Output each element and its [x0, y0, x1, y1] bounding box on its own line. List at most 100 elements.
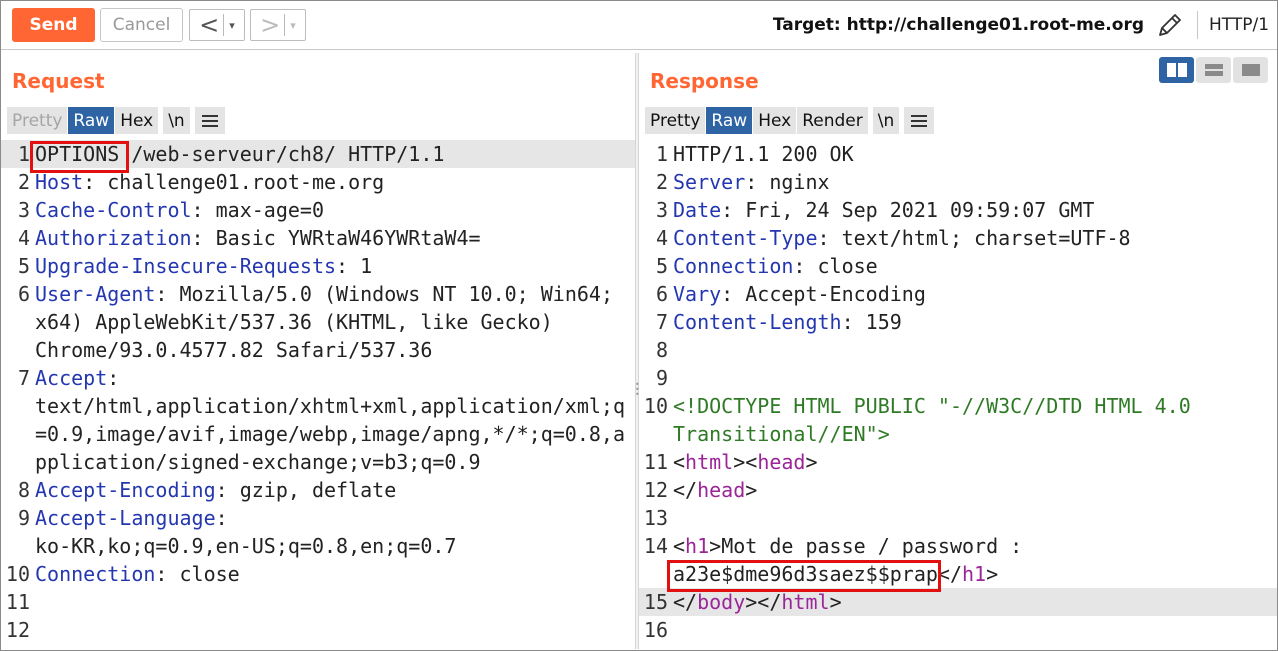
forward-arrow-icon: > [260, 11, 281, 39]
header-value: Chrome/93.0.4577.82 Safari/537.36 [35, 338, 433, 362]
line-number: 2 [17, 170, 30, 194]
line-number: 1 [655, 142, 668, 166]
header-key: Accept-Encoding [35, 478, 216, 502]
h1-line: <h1>Mot de passe / password : [673, 534, 1023, 558]
header-value: /web-serveur/ch8/ HTTP/1.1 [119, 142, 445, 166]
toolbar-separator [1197, 11, 1198, 39]
request-line: 7 Accept: [1, 364, 635, 392]
line-content: pplication/signed-exchange;v=b3;q=0.9 [35, 448, 635, 476]
line-number: 7 [17, 366, 30, 390]
header-key: Vary [673, 282, 722, 306]
protocol-button[interactable]: HTTP/1 [1209, 15, 1269, 35]
back-button[interactable]: < ▾ [189, 9, 245, 41]
header-key: Connection [35, 562, 156, 586]
request-line: 12 [1, 616, 635, 644]
line-content: Accept: [35, 364, 635, 392]
back-dropdown-icon[interactable]: ▾ [224, 19, 241, 32]
request-line: ko-KR,ko;q=0.9,en-US;q=0.8,en;q=0.7 [1, 532, 635, 560]
line-number: 8 [655, 338, 668, 362]
line-content: x64) AppleWebKit/537.36 (KHTML, like Gec… [35, 308, 635, 336]
line-content: ko-KR,ko;q=0.9,en-US;q=0.8,en;q=0.7 [35, 532, 635, 560]
line-number: 4 [17, 226, 30, 250]
line-content: Chrome/93.0.4577.82 Safari/537.36 [35, 336, 635, 364]
forward-button[interactable]: > ▾ [250, 9, 306, 41]
header-line: Server: nginx [673, 168, 1277, 196]
response-menu-icon[interactable] [904, 107, 935, 134]
line-number: 16 [643, 618, 668, 642]
line-number: 3 [17, 198, 30, 222]
line-content: text/html,application/xhtml+xml,applicat… [35, 392, 635, 420]
header-key: Content-Type [673, 226, 818, 250]
line-content: Upgrade-Insecure-Requests: 1 [35, 252, 635, 280]
header-value: : 1 [336, 254, 373, 278]
tab-newline[interactable]: \n [872, 107, 901, 134]
header-value: : [107, 366, 120, 390]
line-content: Connection: close [35, 560, 635, 588]
line-content: Accept-Language: [35, 504, 635, 532]
stacked-view-icon[interactable] [1196, 57, 1231, 83]
request-line: 6 User-Agent: Mozilla/5.0 (Windows NT 10.… [1, 280, 635, 308]
tab-pretty[interactable]: Pretty [7, 107, 69, 134]
response-tabs: Pretty Raw Hex Render \n [645, 107, 935, 134]
target-label: Target: http://challenge01.root-me.org [772, 15, 1144, 35]
forward-dropdown-icon[interactable]: ▾ [285, 19, 302, 32]
header-key: Cache-Control [35, 198, 192, 222]
header-line: Connection: close [673, 252, 1277, 280]
header-value: : close [155, 562, 240, 586]
doctype-line: <!DOCTYPE HTML PUBLIC "-//W3C//DTD HTML … [673, 394, 1191, 418]
header-value: x64) AppleWebKit/537.36 (KHTML, like Gec… [35, 310, 553, 334]
request-line: 8 Accept-Encoding: gzip, deflate [1, 476, 635, 504]
status-line: HTTP/1.1 200 OK [673, 142, 854, 166]
tab-raw[interactable]: Raw [706, 107, 754, 134]
header-key: Connection [673, 254, 794, 278]
header-line: Date: Fri, 24 Sep 2021 09:59:07 GMT [673, 196, 1277, 224]
line-content: =0.9,image/avif,image/webp,image/apng,*/… [35, 420, 635, 448]
layout-toggle [1157, 57, 1268, 83]
line-number: 5 [655, 254, 668, 278]
header-line: Vary: Accept-Encoding [673, 280, 1277, 308]
header-value: : Basic YWRtaW46YWRtaW4= [191, 226, 481, 250]
request-editor[interactable]: 1 OPTIONS /web-serveur/ch8/ HTTP/1.1 2 Host… [1, 140, 635, 649]
edit-target-pencil-icon[interactable] [1155, 10, 1185, 40]
tab-hex[interactable]: Hex [115, 107, 160, 134]
back-arrow-icon: < [199, 11, 220, 39]
html-line: </head> [673, 478, 758, 502]
line-number: 6 [17, 282, 30, 306]
single-view-icon[interactable] [1233, 57, 1268, 83]
line-content: User-Agent: Mozilla/5.0 (Windows NT 10.0… [35, 280, 635, 308]
line-number: 9 [17, 506, 30, 530]
header-value: : nginx [745, 170, 830, 194]
header-key: Authorization [35, 226, 192, 250]
tab-pretty[interactable]: Pretty [645, 107, 707, 134]
doctype-line: Transitional//EN"> [673, 422, 890, 446]
line-number: 7 [655, 310, 668, 334]
request-line: 10 Connection: close [1, 560, 635, 588]
header-value: : Accept-Encoding [721, 282, 926, 306]
line-number: 8 [17, 478, 30, 502]
send-button[interactable]: Send [12, 8, 95, 42]
request-line: x64) AppleWebKit/537.36 (KHTML, like Gec… [1, 308, 635, 336]
header-key: Upgrade-Insecure-Requests [35, 254, 337, 278]
tab-render[interactable]: Render [797, 107, 869, 134]
html-line: <html><head> [673, 450, 818, 474]
tab-newline[interactable]: \n [163, 107, 191, 134]
cancel-button[interactable]: Cancel [100, 8, 183, 42]
request-tabs: Pretty Raw Hex \n [7, 107, 225, 134]
header-key: Server [673, 170, 746, 194]
request-title: Request [12, 69, 105, 93]
response-title: Response [650, 69, 759, 93]
header-key: Accept [35, 366, 108, 390]
line-number: 1 [17, 142, 30, 166]
line-number: 11 [5, 590, 30, 614]
tab-raw[interactable]: Raw [68, 107, 116, 134]
html-line: </body></html> [673, 590, 842, 614]
header-value: text/html,application/xhtml+xml,applicat… [35, 394, 626, 418]
response-panel: Response Pretty Raw Hex Render \n 1 HTTP/… [639, 53, 1277, 649]
password-highlight-box [667, 560, 941, 592]
tab-hex[interactable]: Hex [753, 107, 798, 134]
header-key: User-Agent [35, 282, 156, 306]
request-menu-icon[interactable] [194, 107, 225, 134]
request-panel: Request Pretty Raw Hex \n 1 OPTIONS /web-… [1, 53, 635, 649]
line-number: 10 [5, 562, 30, 586]
side-by-side-view-icon[interactable] [1159, 57, 1194, 83]
